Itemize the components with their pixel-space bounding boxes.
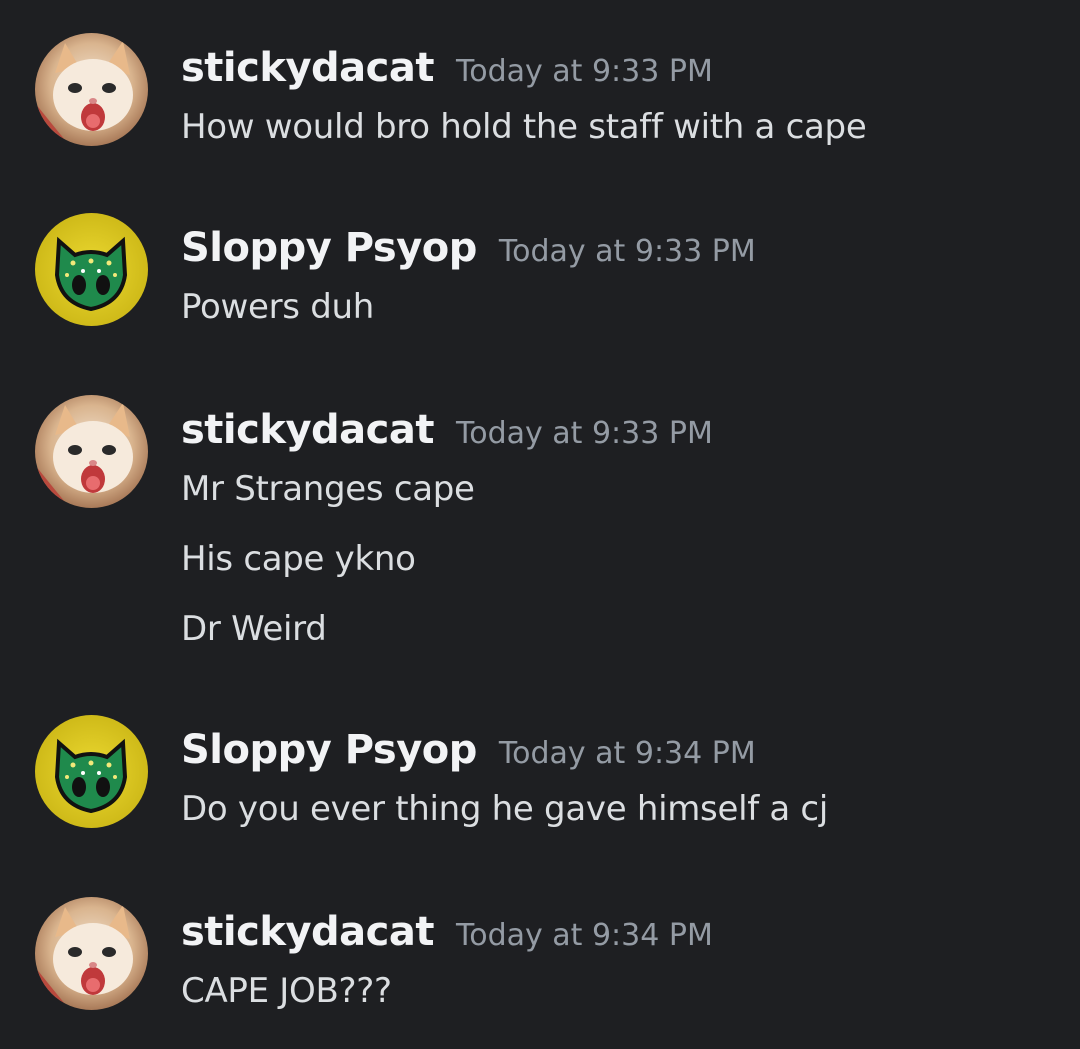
kitten-avatar-icon[interactable]: [35, 395, 148, 508]
message-text: Powers duh: [181, 287, 374, 327]
timestamp: Today at 9:33 PM: [455, 416, 713, 451]
username[interactable]: stickydacat: [181, 407, 434, 453]
message-text: His cape ykno: [181, 539, 416, 579]
username[interactable]: stickydacat: [181, 45, 434, 91]
username[interactable]: stickydacat: [181, 909, 434, 955]
message-text: Do you ever thing he gave himself a cj: [181, 789, 828, 829]
timestamp: Today at 9:33 PM: [455, 54, 713, 89]
green-mask-avatar-icon[interactable]: [35, 213, 148, 326]
green-mask-avatar-icon[interactable]: [35, 715, 148, 828]
message-text: Dr Weird: [181, 609, 327, 649]
message-header: stickydacat Today at 9:34 PM: [181, 909, 713, 955]
timestamp: Today at 9:33 PM: [498, 234, 756, 269]
message-header: Sloppy Psyop Today at 9:34 PM: [181, 727, 756, 773]
timestamp: Today at 9:34 PM: [455, 918, 713, 953]
message-text: Mr Stranges cape: [181, 469, 475, 509]
timestamp: Today at 9:34 PM: [498, 736, 756, 771]
message-header: stickydacat Today at 9:33 PM: [181, 45, 713, 91]
kitten-avatar-icon[interactable]: [35, 897, 148, 1010]
message-header: stickydacat Today at 9:33 PM: [181, 407, 713, 453]
username[interactable]: Sloppy Psyop: [181, 225, 477, 271]
message-text: CAPE JOB???: [181, 971, 392, 1011]
kitten-avatar-icon[interactable]: [35, 33, 148, 146]
username[interactable]: Sloppy Psyop: [181, 727, 477, 773]
message-text: How would bro hold the staff with a cape: [181, 107, 867, 147]
message-header: Sloppy Psyop Today at 9:33 PM: [181, 225, 756, 271]
